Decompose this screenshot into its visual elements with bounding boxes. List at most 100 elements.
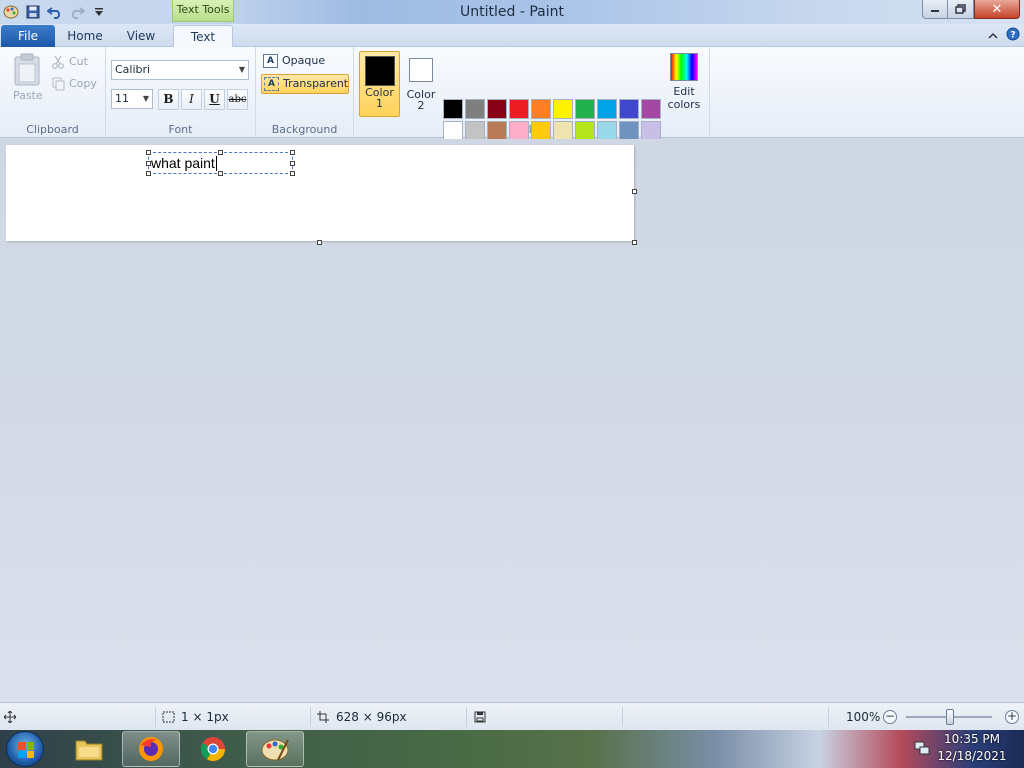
textbox-handle-r[interactable]	[290, 161, 295, 166]
textbox-handle-br[interactable]	[290, 171, 295, 176]
minimize-ribbon-icon[interactable]	[988, 29, 998, 43]
taskbar-explorer[interactable]	[60, 731, 118, 767]
palette-swatch[interactable]	[553, 99, 573, 119]
textbox-handle-t[interactable]	[218, 150, 223, 155]
opaque-icon: A	[263, 54, 278, 68]
palette-swatch[interactable]	[465, 121, 485, 141]
palette-swatch[interactable]	[509, 99, 529, 119]
taskbar-firefox[interactable]	[122, 731, 180, 767]
taskbar-paint[interactable]	[246, 731, 304, 767]
selection-icon	[162, 711, 175, 723]
title-bar: Text Tools Untitled - Paint ✕	[0, 0, 1024, 24]
zoom-in-button[interactable]: +	[1005, 710, 1019, 724]
status-separator	[466, 707, 467, 727]
edit-colors-button[interactable]: Edit colors	[664, 51, 704, 111]
tab-home[interactable]: Home	[58, 25, 112, 47]
palette-swatch[interactable]	[487, 121, 507, 141]
canvas-resize-handle-corner[interactable]	[632, 240, 637, 245]
textbox-handle-tr[interactable]	[290, 150, 295, 155]
image-size-value: 628 × 96px	[336, 710, 407, 724]
help-icon[interactable]: ?	[1006, 27, 1020, 44]
palette-swatch[interactable]	[443, 121, 463, 141]
ribbon-help-area: ?	[988, 27, 1020, 44]
copy-label: Copy	[69, 77, 97, 90]
font-size-value: 11	[115, 92, 129, 105]
close-icon: ✕	[991, 1, 1003, 17]
zoom-slider-thumb[interactable]	[946, 709, 954, 725]
clock-date: 12/18/2021	[937, 749, 1007, 763]
cut-button[interactable]: Cut	[52, 54, 102, 72]
cut-label: Cut	[69, 55, 88, 68]
palette-swatch[interactable]	[531, 99, 551, 119]
drawing-canvas[interactable]	[6, 145, 634, 241]
copy-icon	[52, 77, 65, 91]
taskbar	[0, 730, 1024, 768]
palette-swatch[interactable]	[465, 99, 485, 119]
close-button[interactable]: ✕	[974, 0, 1020, 19]
palette-swatch[interactable]	[619, 99, 639, 119]
textbox-handle-tl[interactable]	[146, 150, 151, 155]
underline-button[interactable]: U	[204, 89, 225, 110]
paste-button[interactable]: Paste	[8, 53, 46, 103]
color1-label-b: 1	[376, 97, 383, 110]
status-separator	[310, 707, 311, 727]
palette-swatch[interactable]	[597, 121, 617, 141]
opaque-button[interactable]: A Opaque	[261, 52, 349, 72]
image-size-icon	[317, 711, 329, 723]
clipboard-group-label: Clipboard	[26, 123, 79, 136]
rainbow-palette-icon	[670, 53, 698, 81]
canvas-resize-handle-right[interactable]	[632, 189, 637, 194]
tab-text[interactable]: Text	[173, 25, 233, 48]
palette-swatch[interactable]	[509, 121, 529, 141]
palette-swatch[interactable]	[575, 99, 595, 119]
chevron-down-icon: ▼	[238, 65, 245, 74]
color2-swatch	[409, 58, 433, 82]
color1-button[interactable]: Color 1	[359, 51, 400, 117]
textbox-handle-l[interactable]	[146, 161, 151, 166]
font-family-dropdown[interactable]: Calibri ▼	[111, 60, 249, 80]
palette-swatch[interactable]	[443, 99, 463, 119]
selection-size: 1 × 1px	[162, 703, 229, 731]
palette-swatch[interactable]	[487, 99, 507, 119]
italic-button[interactable]: I	[181, 89, 202, 110]
zoom-level: 100%	[846, 710, 881, 724]
opaque-label: Opaque	[282, 54, 326, 67]
zoom-out-button[interactable]: −	[883, 710, 897, 724]
color2-button[interactable]: Color 2	[402, 51, 440, 117]
tab-file[interactable]: File	[1, 25, 55, 47]
status-separator	[155, 707, 156, 727]
edit-colors-label-a: Edit	[673, 85, 695, 98]
scissors-icon	[52, 55, 64, 69]
textbox-handle-b[interactable]	[218, 171, 223, 176]
text-input-box[interactable]: what paint	[146, 150, 295, 176]
font-size-dropdown[interactable]: 11 ▼	[111, 89, 153, 109]
copy-button[interactable]: Copy	[52, 76, 102, 94]
paste-icon	[14, 53, 40, 86]
palette-swatch[interactable]	[641, 99, 661, 119]
palette-swatch[interactable]	[553, 121, 573, 141]
transparent-button[interactable]: A Transparent	[261, 74, 349, 94]
font-family-value: Calibri	[115, 63, 151, 76]
minimize-button[interactable]	[922, 0, 948, 19]
palette-swatch[interactable]	[597, 99, 617, 119]
canvas-resize-handle-bottom[interactable]	[317, 240, 322, 245]
palette-swatch[interactable]	[641, 121, 661, 141]
transparent-label: Transparent	[283, 77, 349, 90]
bold-button[interactable]: B	[158, 89, 179, 110]
taskbar-chrome[interactable]	[184, 731, 242, 767]
text-caret	[215, 156, 217, 171]
start-button[interactable]	[6, 731, 44, 767]
background-group: A Opaque A Transparent Background	[256, 47, 354, 138]
restore-button[interactable]	[948, 0, 974, 19]
taskbar-clock[interactable]: 10:35 PM 12/18/2021	[932, 731, 1012, 765]
edit-colors-label-b: colors	[667, 98, 701, 111]
network-icon[interactable]	[914, 740, 930, 759]
palette-swatch[interactable]	[619, 121, 639, 141]
canvas-text: what paint	[151, 155, 215, 171]
strikethrough-button[interactable]: abc	[227, 89, 248, 110]
minimize-icon	[931, 10, 939, 12]
palette-swatch[interactable]	[575, 121, 595, 141]
textbox-handle-bl[interactable]	[146, 171, 151, 176]
palette-swatch[interactable]	[531, 121, 551, 141]
tab-view[interactable]: View	[114, 25, 168, 47]
